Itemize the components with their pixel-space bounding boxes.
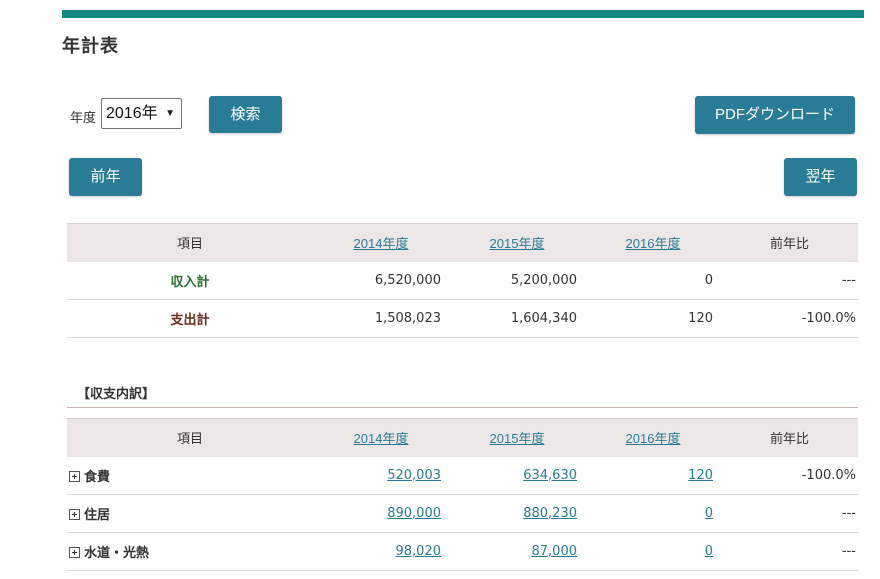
value-link-2016[interactable]: 0 <box>705 544 713 559</box>
expand-plus-icon[interactable] <box>69 470 80 482</box>
expense-2015: 1,604,340 <box>510 311 577 326</box>
table-row: 水道・光熱 98,020 87,000 0 --- <box>67 533 858 571</box>
category-label[interactable]: 食費 <box>67 457 313 495</box>
value-2016: 0 <box>585 533 721 571</box>
column-header-ratio: 前年比 <box>769 431 809 447</box>
value-2016: 0 <box>585 495 721 533</box>
top-accent-bar <box>62 10 864 18</box>
category-label[interactable]: 住居 <box>67 495 313 533</box>
year-label: 年度 <box>70 110 97 125</box>
expense-total-label: 支出計 <box>170 312 210 327</box>
column-link-2014[interactable]: 2014年度 <box>354 431 409 446</box>
column-link-2016[interactable]: 2016年度 <box>626 431 681 446</box>
column-header-item: 項目 <box>176 431 203 447</box>
column-header-2014: 2014年度 <box>313 224 449 262</box>
next-year-button[interactable]: 翌年 <box>784 158 857 196</box>
expense-2016: 120 <box>688 311 713 326</box>
previous-year-button[interactable]: 前年 <box>69 158 142 196</box>
income-ratio: --- <box>841 272 856 288</box>
category-name: 食費 <box>84 468 111 484</box>
column-link-2015[interactable]: 2015年度 <box>490 431 545 446</box>
value-2015: 880,230 <box>449 495 585 533</box>
expand-plus-icon[interactable] <box>69 509 80 520</box>
breakdown-table: 項目 2014年度 2015年度 2016年度 前年比 食費 520,003 6… <box>67 418 858 571</box>
value-ratio: --- <box>841 544 856 559</box>
category-label[interactable]: 水道・光熱 <box>67 533 313 571</box>
column-header-item: 項目 <box>176 236 203 252</box>
value-link-2014[interactable]: 98,020 <box>396 544 442 559</box>
breakdown-section-title: 【収支内訳】 <box>77 386 156 401</box>
table-row: 食費 520,003 634,630 120 -100.0% <box>67 457 858 495</box>
section-divider <box>67 407 858 408</box>
income-total-row: 収入計 6,520,000 5,200,000 0 --- <box>67 262 858 300</box>
breakdown-header-row: 項目 2014年度 2015年度 2016年度 前年比 <box>67 418 858 457</box>
value-2016: 120 <box>585 457 721 495</box>
value-link-2014[interactable]: 890,000 <box>387 506 441 521</box>
column-link-2014[interactable]: 2014年度 <box>354 236 409 251</box>
table-row: 住居 890,000 880,230 0 --- <box>67 495 858 533</box>
value-2015: 634,630 <box>449 457 585 495</box>
value-link-2015[interactable]: 880,230 <box>523 506 577 521</box>
column-header-ratio: 前年比 <box>769 236 809 252</box>
page-title: 年計表 <box>62 36 119 56</box>
value-link-2016[interactable]: 0 <box>705 506 713 521</box>
column-header-2015: 2015年度 <box>449 419 585 457</box>
summary-table: 項目 2014年度 2015年度 2016年度 前年比 収入計 6,520,00… <box>67 223 858 338</box>
search-button[interactable]: 検索 <box>209 96 282 133</box>
chevron-down-icon: ▼ <box>165 108 175 119</box>
column-link-2015[interactable]: 2015年度 <box>490 236 545 251</box>
income-total-label: 収入計 <box>170 273 210 289</box>
value-link-2015[interactable]: 634,630 <box>523 468 577 483</box>
expand-plus-icon[interactable] <box>69 547 80 558</box>
value-link-2016[interactable]: 120 <box>688 468 713 483</box>
column-link-2016[interactable]: 2016年度 <box>626 236 681 251</box>
income-2015: 5,200,000 <box>510 272 577 288</box>
value-ratio: --- <box>841 506 856 521</box>
expense-ratio: -100.0% <box>801 311 856 326</box>
year-select[interactable]: 2016年 ▼ <box>101 98 182 129</box>
value-2014: 98,020 <box>313 533 449 571</box>
category-name: 住居 <box>84 507 111 522</box>
year-select-value: 2016年 <box>106 105 158 122</box>
expense-total-row: 支出計 1,508,023 1,604,340 120 -100.0% <box>67 300 858 338</box>
income-2016: 0 <box>704 272 713 288</box>
value-2014: 520,003 <box>313 457 449 495</box>
expense-2014: 1,508,023 <box>374 311 441 326</box>
income-2014: 6,520,000 <box>374 272 441 288</box>
column-header-2014: 2014年度 <box>313 419 449 457</box>
pdf-download-button[interactable]: PDFダウンロード <box>695 96 855 134</box>
value-ratio: -100.0% <box>801 467 856 483</box>
value-link-2015[interactable]: 87,000 <box>532 544 578 559</box>
value-link-2014[interactable]: 520,003 <box>387 468 441 483</box>
value-2015: 87,000 <box>449 533 585 571</box>
column-header-2016: 2016年度 <box>585 419 721 457</box>
value-2014: 890,000 <box>313 495 449 533</box>
column-header-2016: 2016年度 <box>585 224 721 262</box>
column-header-2015: 2015年度 <box>449 224 585 262</box>
summary-header-row: 項目 2014年度 2015年度 2016年度 前年比 <box>67 223 858 262</box>
category-name: 水道・光熱 <box>84 545 150 560</box>
